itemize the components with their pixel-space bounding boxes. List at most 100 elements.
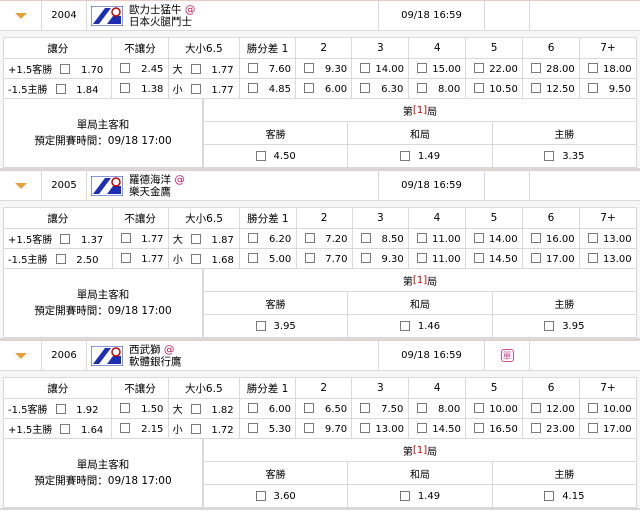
odds-checkbox[interactable] (544, 151, 555, 161)
expand-toggle[interactable] (0, 0, 42, 31)
home-team[interactable]: 日本火腿鬥士 (129, 16, 195, 28)
odds-checkbox[interactable] (417, 402, 428, 413)
column-header: 7+ (579, 37, 637, 59)
odds-checkbox[interactable] (530, 232, 541, 243)
odds-checkbox[interactable] (120, 422, 131, 433)
odds-checkbox[interactable] (587, 252, 598, 263)
odds-checkbox[interactable] (531, 422, 542, 433)
odds-checkbox[interactable] (360, 62, 371, 73)
chevron-down-icon (14, 182, 27, 189)
odds-checkbox[interactable] (247, 402, 258, 413)
odds-checkbox[interactable] (120, 252, 131, 263)
odds-checkbox[interactable] (417, 252, 428, 263)
away-team[interactable]: 羅德海洋 (129, 174, 171, 186)
odds-checkbox[interactable] (531, 402, 542, 413)
odds-checkbox[interactable] (588, 62, 598, 73)
inning-cols: 客勝 和局 主勝 (203, 292, 637, 315)
odds-checkbox[interactable] (417, 232, 428, 243)
odds-checkbox[interactable] (248, 232, 259, 243)
odds-checkbox[interactable] (360, 402, 371, 413)
margin-cell: 9.30 (351, 248, 410, 269)
odds-checkbox[interactable] (190, 424, 201, 434)
odds-checkbox[interactable] (544, 491, 555, 501)
odds-checkbox[interactable] (304, 232, 315, 243)
away-team[interactable]: 西武獅 (129, 344, 161, 356)
away-team[interactable]: 歐力士猛牛 (129, 4, 182, 16)
odds-checkbox[interactable] (588, 402, 598, 413)
column-header: 5 (465, 377, 524, 399)
odds-checkbox[interactable] (190, 84, 201, 94)
odds-checkbox[interactable] (190, 234, 201, 244)
handicap-odds: 1.92 (76, 405, 99, 416)
odds-checkbox[interactable] (120, 402, 131, 413)
odds-checkbox[interactable] (304, 422, 315, 433)
odds-checkbox[interactable] (360, 252, 371, 263)
odds-checkbox[interactable] (120, 232, 131, 243)
odds-checkbox[interactable] (55, 84, 66, 94)
odds-checkbox[interactable] (55, 404, 66, 414)
odds-checkbox[interactable] (474, 62, 485, 73)
odds-checkbox[interactable] (587, 232, 598, 243)
odds-checkbox[interactable] (588, 422, 598, 433)
home-team[interactable]: 軟體銀行鷹 (129, 356, 182, 368)
odds-checkbox[interactable] (190, 404, 201, 414)
odds-row: +1.5客勝 1.70 2.45 大 1.77 7.60 9.30 14.00 15.00 22.… (2, 58, 637, 79)
odds-checkbox[interactable] (190, 254, 201, 264)
odds-checkbox[interactable] (399, 491, 410, 501)
inning-col-header: 主勝 (491, 462, 636, 484)
odds-checkbox[interactable] (247, 62, 258, 73)
inning-header: 第[1] 局 (203, 269, 637, 292)
odds-checkbox[interactable] (544, 321, 555, 331)
margin-cell: 10.00 (465, 398, 524, 419)
odds-checkbox[interactable] (588, 82, 598, 93)
odds-checkbox[interactable] (399, 151, 410, 161)
odds-checkbox[interactable] (304, 62, 315, 73)
odds-checkbox[interactable] (474, 82, 485, 93)
odds-checkbox[interactable] (474, 232, 484, 243)
margin-cell: 13.00 (578, 248, 638, 269)
inning-col-header: 和局 (347, 292, 491, 314)
odds-checkbox[interactable] (55, 254, 66, 264)
home-team[interactable]: 樂天金鷹 (129, 186, 185, 198)
odds-checkbox[interactable] (474, 402, 485, 413)
odds-checkbox[interactable] (304, 252, 315, 263)
column-header: 讓分 (2, 377, 113, 399)
odds-checkbox[interactable] (255, 321, 266, 331)
chevron-down-icon (14, 352, 27, 359)
odds-checkbox[interactable] (399, 321, 410, 331)
odds-checkbox[interactable] (360, 232, 371, 243)
odds-checkbox[interactable] (474, 252, 484, 263)
odds-checkbox[interactable] (60, 424, 71, 434)
odds-checkbox[interactable] (417, 422, 428, 433)
odds-checkbox[interactable] (247, 82, 258, 93)
column-header: 4 (408, 37, 467, 59)
odds-checkbox[interactable] (417, 62, 428, 73)
expand-toggle[interactable] (0, 170, 42, 201)
inning-odds: 4.50 (273, 150, 296, 162)
odds-checkbox[interactable] (531, 62, 542, 73)
odds-checkbox[interactable] (120, 62, 131, 73)
expand-toggle[interactable] (0, 340, 42, 371)
odds-checkbox[interactable] (190, 64, 201, 74)
margin-cell: 6.30 (351, 78, 410, 99)
margin-cell: 15.00 (408, 58, 467, 79)
odds-checkbox[interactable] (530, 252, 541, 263)
inning-odds-cell: 3.35 (491, 145, 636, 167)
odds-checkbox[interactable] (60, 64, 71, 74)
odds-checkbox[interactable] (304, 402, 315, 413)
odds-checkbox[interactable] (360, 422, 371, 433)
odds-checkbox[interactable] (248, 252, 259, 263)
odds-checkbox[interactable] (304, 82, 315, 93)
odds-checkbox[interactable] (120, 82, 131, 93)
margin-odds: 7.70 (325, 253, 348, 265)
odds-checkbox[interactable] (60, 234, 71, 244)
odds-checkbox[interactable] (417, 82, 428, 93)
odds-checkbox[interactable] (360, 82, 371, 93)
odds-checkbox[interactable] (255, 151, 266, 161)
badge-cell: 單 (485, 340, 530, 371)
margin-odds: 6.50 (324, 403, 348, 415)
odds-checkbox[interactable] (531, 82, 542, 93)
odds-checkbox[interactable] (247, 422, 258, 433)
odds-checkbox[interactable] (255, 491, 266, 501)
odds-checkbox[interactable] (474, 422, 485, 433)
